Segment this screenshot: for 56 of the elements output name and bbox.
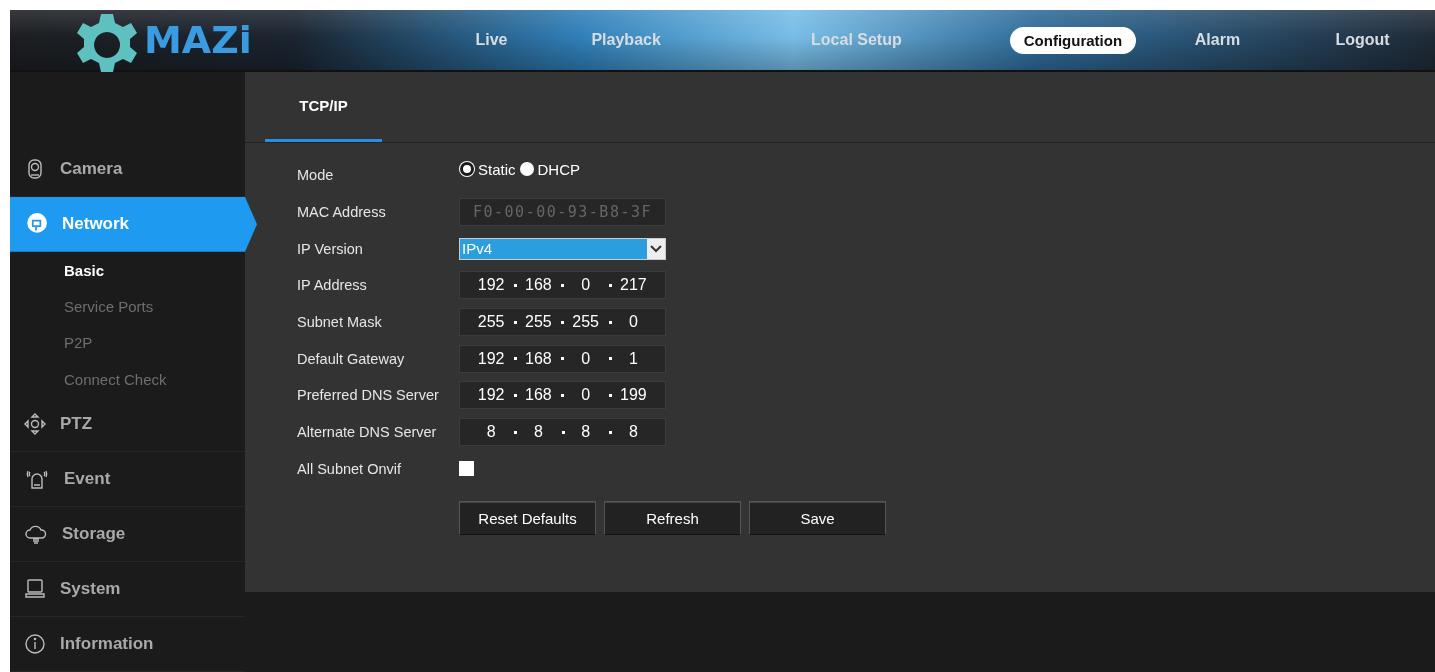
octet-value: 8 <box>486 423 496 442</box>
ip-address-field[interactable]: 192 168 0 199 <box>459 381 666 410</box>
checkbox[interactable] <box>459 461 474 477</box>
octet-value: 255 <box>525 313 552 332</box>
octet-value: 192 <box>477 276 505 295</box>
octet-value: 255 <box>572 313 599 332</box>
ip-address-field[interactable]: 192 168 0 1 <box>459 344 666 373</box>
alarm-light-icon <box>24 468 50 491</box>
field-label: IP Version <box>297 240 364 257</box>
octet-value: 199 <box>620 386 647 405</box>
octet-value: 0 <box>581 349 591 368</box>
radio-button[interactable] <box>519 162 534 177</box>
octet-value: 192 <box>477 386 505 405</box>
field-label: Preferred DNS Server <box>297 387 440 404</box>
field-label: Alternate DNS Server <box>297 424 438 441</box>
cloud-icon <box>24 523 48 546</box>
radio-button[interactable] <box>460 162 474 177</box>
octet-value: 0 <box>581 276 591 295</box>
nav-link[interactable]: Alarm <box>1144 31 1290 49</box>
nav-link[interactable]: Logout <box>1289 31 1435 49</box>
logo-text: MAZi <box>144 18 252 62</box>
octet-value: 8 <box>533 423 543 442</box>
radio-option[interactable]: Static <box>459 160 516 178</box>
ip-address-field[interactable]: 192 168 0 217 <box>459 271 666 300</box>
field-label: Mode <box>297 167 335 184</box>
field-label: Subnet Mask <box>297 314 383 331</box>
sidebar-subitem[interactable]: Basic <box>10 251 245 289</box>
radio-option[interactable]: DHCP <box>519 160 581 178</box>
octet-value: 0 <box>628 313 638 332</box>
field-label: MAC Address <box>297 204 387 221</box>
nav-link[interactable]: Live <box>442 31 541 49</box>
octet-value: 1 <box>628 349 638 368</box>
directional-pad-icon <box>24 413 46 436</box>
octet-value: 8 <box>628 423 638 442</box>
action-button[interactable]: Reset Defaults <box>459 501 596 536</box>
octet-value: 168 <box>525 349 552 368</box>
octet-value: 168 <box>525 276 552 295</box>
chevron-down-icon <box>647 238 665 259</box>
ip-address-field[interactable]: 8 8 8 8 <box>459 418 666 447</box>
computer-icon <box>24 578 46 601</box>
field-label: IP Address <box>297 277 368 294</box>
octet-value: 217 <box>620 276 647 295</box>
octet-value: 8 <box>581 423 591 442</box>
info-icon <box>24 633 46 656</box>
radio-label: DHCP <box>537 160 581 178</box>
octet-value: 255 <box>477 313 505 332</box>
action-button[interactable]: Refresh <box>604 501 741 536</box>
field-label: Default Gateway <box>297 350 406 367</box>
tab[interactable]: TCP/IP <box>265 72 382 142</box>
field-label: All Subnet Onvif <box>297 460 402 477</box>
action-button[interactable]: Save <box>749 501 886 536</box>
octet-value: 168 <box>525 386 552 405</box>
octet-value: 192 <box>477 349 505 368</box>
ip-address-field[interactable]: 255 255 255 0 <box>459 308 666 337</box>
octet-value: 0 <box>581 386 591 405</box>
radio-label: Static <box>478 160 516 178</box>
